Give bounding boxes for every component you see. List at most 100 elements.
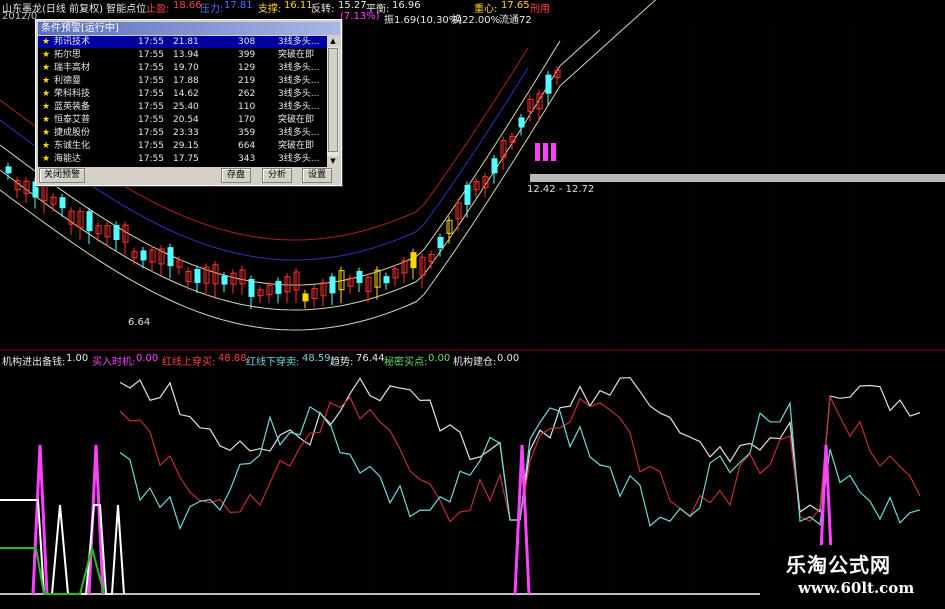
fanzhuan-label: 反转: (311, 4, 335, 15)
alert-time: 17:55 (138, 37, 164, 47)
alert-volume: 110 (238, 102, 256, 112)
alert-window[interactable]: 条件预警[运行中] ★ 邦讯技术 17:55 21.81 308 3线多头... ★ 拓尔思 1… (35, 19, 342, 186)
alert-signal: 3线多头... (278, 37, 320, 47)
scroll-up-icon[interactable]: ▲ (327, 36, 339, 47)
alert-time: 17:55 (138, 115, 164, 125)
alert-price: 17.75 (173, 154, 199, 164)
zhiying-value: 18.66 (173, 0, 202, 11)
alert-volume: 219 (238, 76, 256, 86)
stock-name: 拓尔思 (54, 50, 82, 60)
alert-row[interactable]: ★ 蓝英装备 17:55 25.40 110 3线多头... (38, 101, 327, 113)
alert-volume: 359 (238, 128, 256, 138)
alert-signal: 3线多头... (278, 76, 320, 86)
analyze-button[interactable]: 分析 (262, 168, 292, 183)
indicator-header: 机构进出 备钱: 1.00 买入时机: 0.00 红线上穿买: 48.88 红线… (0, 352, 600, 368)
save-button[interactable]: 存盘 (221, 168, 251, 183)
watermark-title: 乐淘公式网 (786, 553, 891, 577)
star-icon: ★ (42, 141, 51, 151)
alert-volume: 129 (238, 63, 256, 73)
alert-signal: 3线多头... (278, 102, 320, 112)
candle-body (356, 270, 363, 283)
candle-body (302, 293, 309, 302)
amplitude: 振1.69(10.30%) (384, 15, 463, 26)
alert-signal: 3线多头... (278, 89, 320, 99)
alert-price: 13.94 (173, 50, 199, 60)
alert-volume: 664 (238, 141, 256, 151)
alert-list[interactable]: ★ 邦讯技术 17:55 21.81 308 3线多头... ★ 拓尔思 17:55 13.94 3… (38, 36, 327, 167)
alert-signal: 3线多头... (278, 128, 320, 138)
signal-candle (551, 143, 556, 161)
zhiying-label: 止盈: (146, 4, 170, 15)
mimi-label: 秘密买点: (384, 357, 428, 368)
star-icon: ★ (42, 115, 51, 125)
candle-body (5, 166, 12, 174)
alert-row[interactable]: ★ 瑞丰高材 17:55 19.70 129 3线多头... (38, 62, 327, 74)
alert-row[interactable]: ★ 捷成股份 17:55 23.33 359 3线多头... (38, 127, 327, 139)
zhicheng-value: 16.11 (284, 0, 313, 11)
star-icon: ★ (42, 154, 51, 164)
pct-change: (7.13%) (340, 11, 380, 22)
alert-volume: 170 (238, 115, 256, 125)
jigou-value: 0.00 (497, 353, 520, 364)
alert-scrollbar[interactable]: ▲ ▼ (327, 36, 339, 167)
settings-button[interactable]: 设置 (302, 168, 332, 183)
alert-row[interactable]: ★ 恒泰艾普 17:55 20.54 170 突破在即 (38, 114, 327, 126)
beiqian-label: 备钱: (42, 357, 66, 368)
watermark: 乐淘公式网 www.60lt.com (760, 545, 945, 609)
alert-volume: 262 (238, 89, 256, 99)
alert-row[interactable]: ★ 海能达 17:55 17.75 343 3线多头... (38, 153, 327, 165)
alert-time: 17:55 (138, 50, 164, 60)
star-icon: ★ (42, 37, 51, 47)
turnover: 换22.00% (452, 15, 501, 26)
star-icon: ★ (42, 50, 51, 60)
alert-signal: 3线多头... (278, 154, 320, 164)
chart-date: 2012/0 (2, 11, 38, 22)
stock-name: 捷成股份 (54, 128, 91, 138)
alert-time: 17:55 (138, 76, 164, 86)
pingheng-value: 16.96 (392, 0, 421, 11)
signal-candle (535, 143, 540, 161)
hongxian-xia-label: 红线下穿卖: (246, 357, 300, 368)
alert-price: 23.33 (173, 128, 199, 138)
alert-volume: 399 (238, 50, 256, 60)
yali-label: 压力: (200, 4, 224, 15)
candle-body (59, 197, 66, 209)
hongxian-shang-label: 红线上穿买: (162, 357, 216, 368)
alert-window-title[interactable]: 条件预警[运行中] (38, 22, 340, 35)
scroll-down-icon[interactable]: ▼ (327, 156, 339, 167)
float-shares: 流通72 (499, 15, 532, 26)
candle-body (221, 275, 228, 285)
close-alert-button[interactable]: 关闭预警 (39, 168, 85, 183)
scroll-thumb[interactable] (328, 48, 338, 152)
alert-price: 17.88 (173, 76, 199, 86)
candle-body (410, 252, 417, 269)
alert-row[interactable]: ★ 荣科科技 17:55 14.62 262 3线多头... (38, 88, 327, 100)
alert-signal: 3线多头... (278, 63, 320, 73)
alert-row[interactable]: ★ 利德曼 17:55 17.88 219 3线多头... (38, 75, 327, 87)
candle-body (518, 117, 525, 128)
hongxian-xia-value: 48.59 (302, 353, 331, 364)
stock-name: 荣科科技 (54, 89, 91, 99)
candle-body (329, 276, 336, 294)
alert-row[interactable]: ★ 东诚生化 17:55 29.15 664 突破在即 (38, 140, 327, 152)
resistance-bar (530, 174, 945, 182)
mairu-label: 买入时机: (92, 357, 136, 368)
alert-volume: 308 (238, 37, 256, 47)
alert-time: 17:55 (138, 128, 164, 138)
star-icon: ★ (42, 76, 51, 86)
stock-name: 恒泰艾普 (54, 115, 91, 125)
alert-signal: 突破在即 (278, 115, 315, 125)
alert-time: 17:55 (138, 102, 164, 112)
hongxian-shang-value: 48.88 (218, 353, 247, 364)
topbar-tail: 刑用 (530, 4, 550, 15)
alert-row[interactable]: ★ 邦讯技术 17:55 21.81 308 3线多头... (38, 36, 327, 48)
candle-body (167, 247, 174, 267)
stock-name: 蓝英装备 (54, 102, 91, 112)
low-price-label: 6.64 (128, 317, 151, 328)
star-icon: ★ (42, 89, 51, 99)
alert-row[interactable]: ★ 拓尔思 17:55 13.94 399 突破在即 (38, 49, 327, 61)
alert-volume: 343 (238, 154, 256, 164)
range-price-label: 12.42 - 12.72 (527, 184, 595, 195)
star-icon: ★ (42, 63, 51, 73)
yali-value: 17.81 (224, 0, 253, 11)
